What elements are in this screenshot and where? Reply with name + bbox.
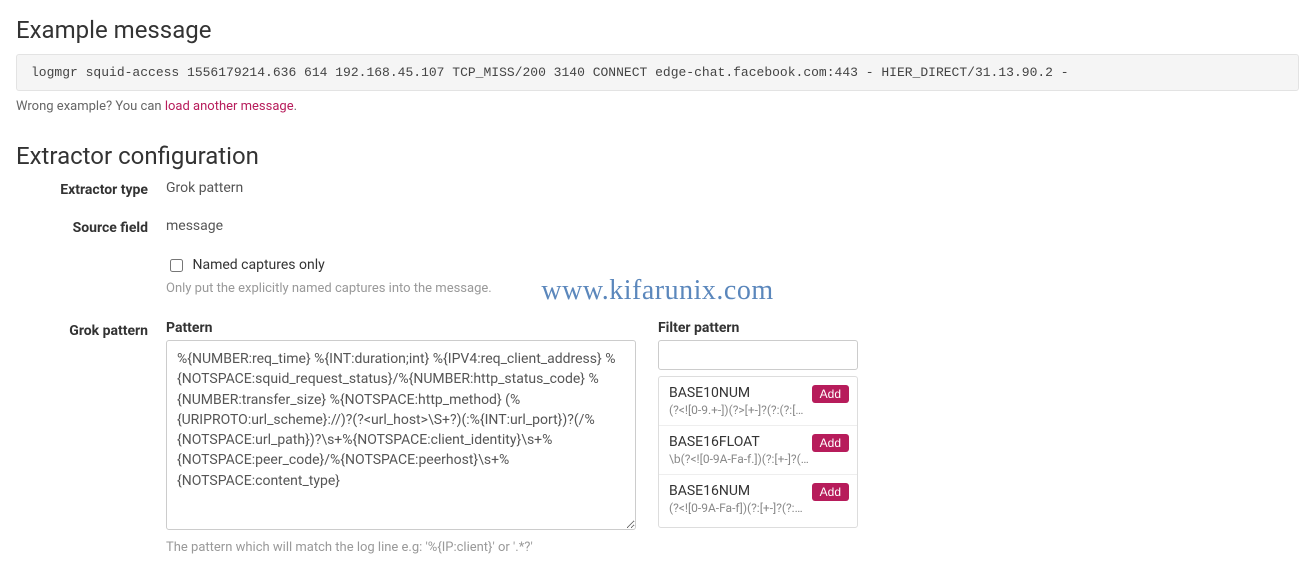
config-heading: Extractor configuration: [16, 142, 1299, 170]
load-another-link[interactable]: load another message: [165, 99, 294, 114]
list-item: BASE16NUM (?<![0-9A-Fa-f])(?:[+-]?(?:0x)…: [659, 475, 857, 523]
pattern-help: The pattern which will match the log lin…: [166, 540, 636, 555]
pattern-regex: (?<![0-9.+-])(?>[+-]?(?:(?:[0-9]...: [669, 403, 809, 417]
pattern-textarea[interactable]: [166, 340, 636, 530]
source-field-value: message: [166, 218, 1299, 234]
filter-pattern-label: Filter pattern: [658, 320, 858, 336]
wrong-example-suffix: .: [294, 99, 297, 114]
wrong-example-hint: Wrong example? You can load another mess…: [16, 99, 1299, 114]
named-captures-help: Only put the explicitly named captures i…: [166, 281, 1299, 296]
extractor-type-label: Extractor type: [16, 180, 166, 198]
pattern-regex: (?<![0-9A-Fa-f])(?:[+-]?(?:0x)?(...: [669, 501, 809, 515]
source-field-label: Source field: [16, 218, 166, 236]
named-captures-label: Named captures only: [192, 257, 324, 273]
filter-pattern-input[interactable]: [658, 340, 858, 370]
add-button[interactable]: Add: [812, 434, 849, 452]
example-heading: Example message: [16, 16, 1299, 44]
list-item: BASE16FLOAT \b(?<![0-9A-Fa-f.])(?:[+-]?(…: [659, 426, 857, 475]
pattern-regex: \b(?<![0-9A-Fa-f.])(?:[+-]?(?:0...: [669, 452, 809, 466]
list-item: BASE10NUM (?<![0-9.+-])(?>[+-]?(?:(?:[0-…: [659, 377, 857, 426]
add-button[interactable]: Add: [812, 385, 849, 403]
pattern-list[interactable]: BASE10NUM (?<![0-9.+-])(?>[+-]?(?:(?:[0-…: [658, 376, 858, 528]
pattern-sub-label: Pattern: [166, 320, 636, 336]
named-captures-checkbox[interactable]: [170, 259, 183, 272]
extractor-type-value: Grok pattern: [166, 180, 1299, 196]
example-message-box: logmgr squid-access 1556179214.636 614 1…: [16, 54, 1299, 91]
grok-pattern-label: Grok pattern: [69, 323, 148, 339]
add-button[interactable]: Add: [812, 483, 849, 501]
wrong-example-prefix: Wrong example? You can: [16, 99, 165, 114]
